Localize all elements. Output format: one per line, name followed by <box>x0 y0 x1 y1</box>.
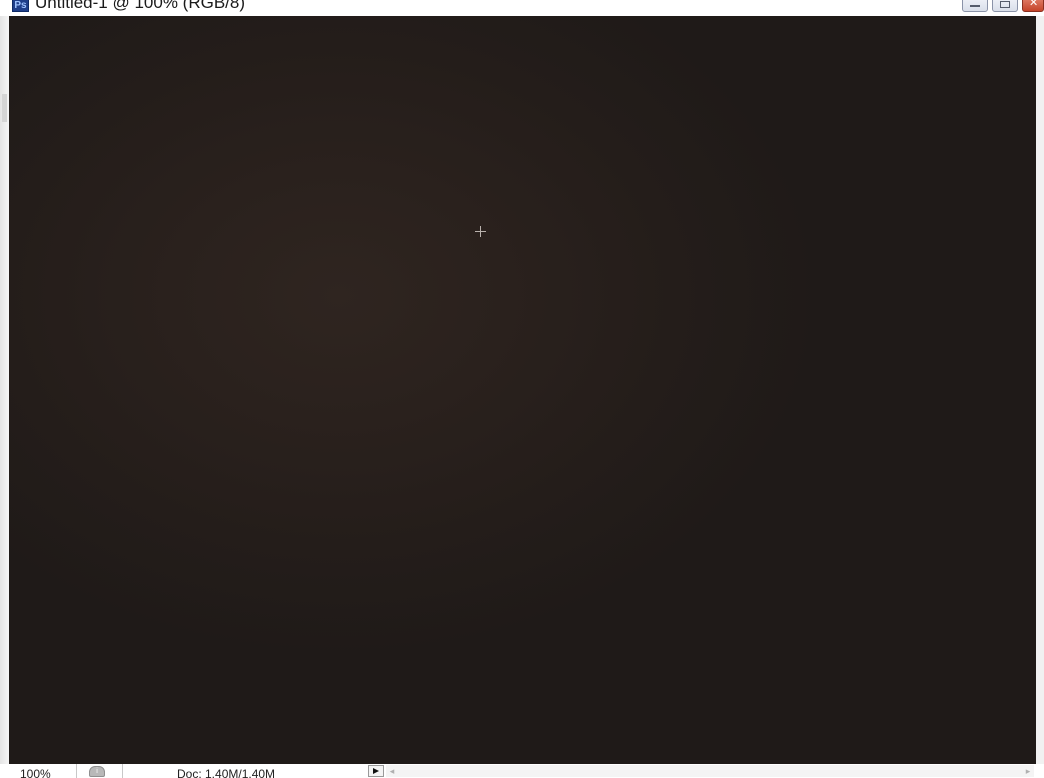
crosshair-cursor-icon <box>475 226 486 237</box>
photoshop-document-window: Ps Untitled-1 @ 100% (RGB/8) ✕ 100% i Do… <box>0 0 1044 778</box>
minimize-icon <box>970 5 980 7</box>
status-bar: 100% i Doc: 1.40M/1.40M ◂ ▸ <box>0 764 1044 778</box>
document-info-icon[interactable]: i <box>89 766 105 777</box>
status-menu-button[interactable] <box>368 765 384 777</box>
minimize-button[interactable] <box>962 0 988 12</box>
status-divider <box>76 764 77 778</box>
maximize-button[interactable] <box>992 0 1018 12</box>
horizontal-scrollbar[interactable]: ◂ ▸ <box>386 765 1034 777</box>
panel-collapse-nub[interactable] <box>2 94 7 122</box>
left-window-edge <box>0 16 9 764</box>
document-canvas[interactable] <box>9 16 1036 764</box>
title-bar[interactable]: Ps Untitled-1 @ 100% (RGB/8) ✕ <box>0 0 1044 16</box>
chevron-left-icon[interactable]: ◂ <box>386 765 398 777</box>
window-controls: ✕ <box>962 0 1044 12</box>
maximize-icon <box>1000 1 1010 8</box>
zoom-level-field[interactable]: 100% <box>20 767 51 778</box>
document-size-info: Doc: 1.40M/1.40M <box>177 767 276 778</box>
chevron-right-icon[interactable]: ▸ <box>1022 765 1034 777</box>
right-window-edge <box>1036 16 1044 764</box>
window-title: Untitled-1 @ 100% (RGB/8) <box>35 0 246 12</box>
close-button[interactable]: ✕ <box>1022 0 1044 12</box>
photoshop-icon: Ps <box>12 0 29 12</box>
status-divider <box>122 764 123 778</box>
close-icon: ✕ <box>1029 0 1039 9</box>
